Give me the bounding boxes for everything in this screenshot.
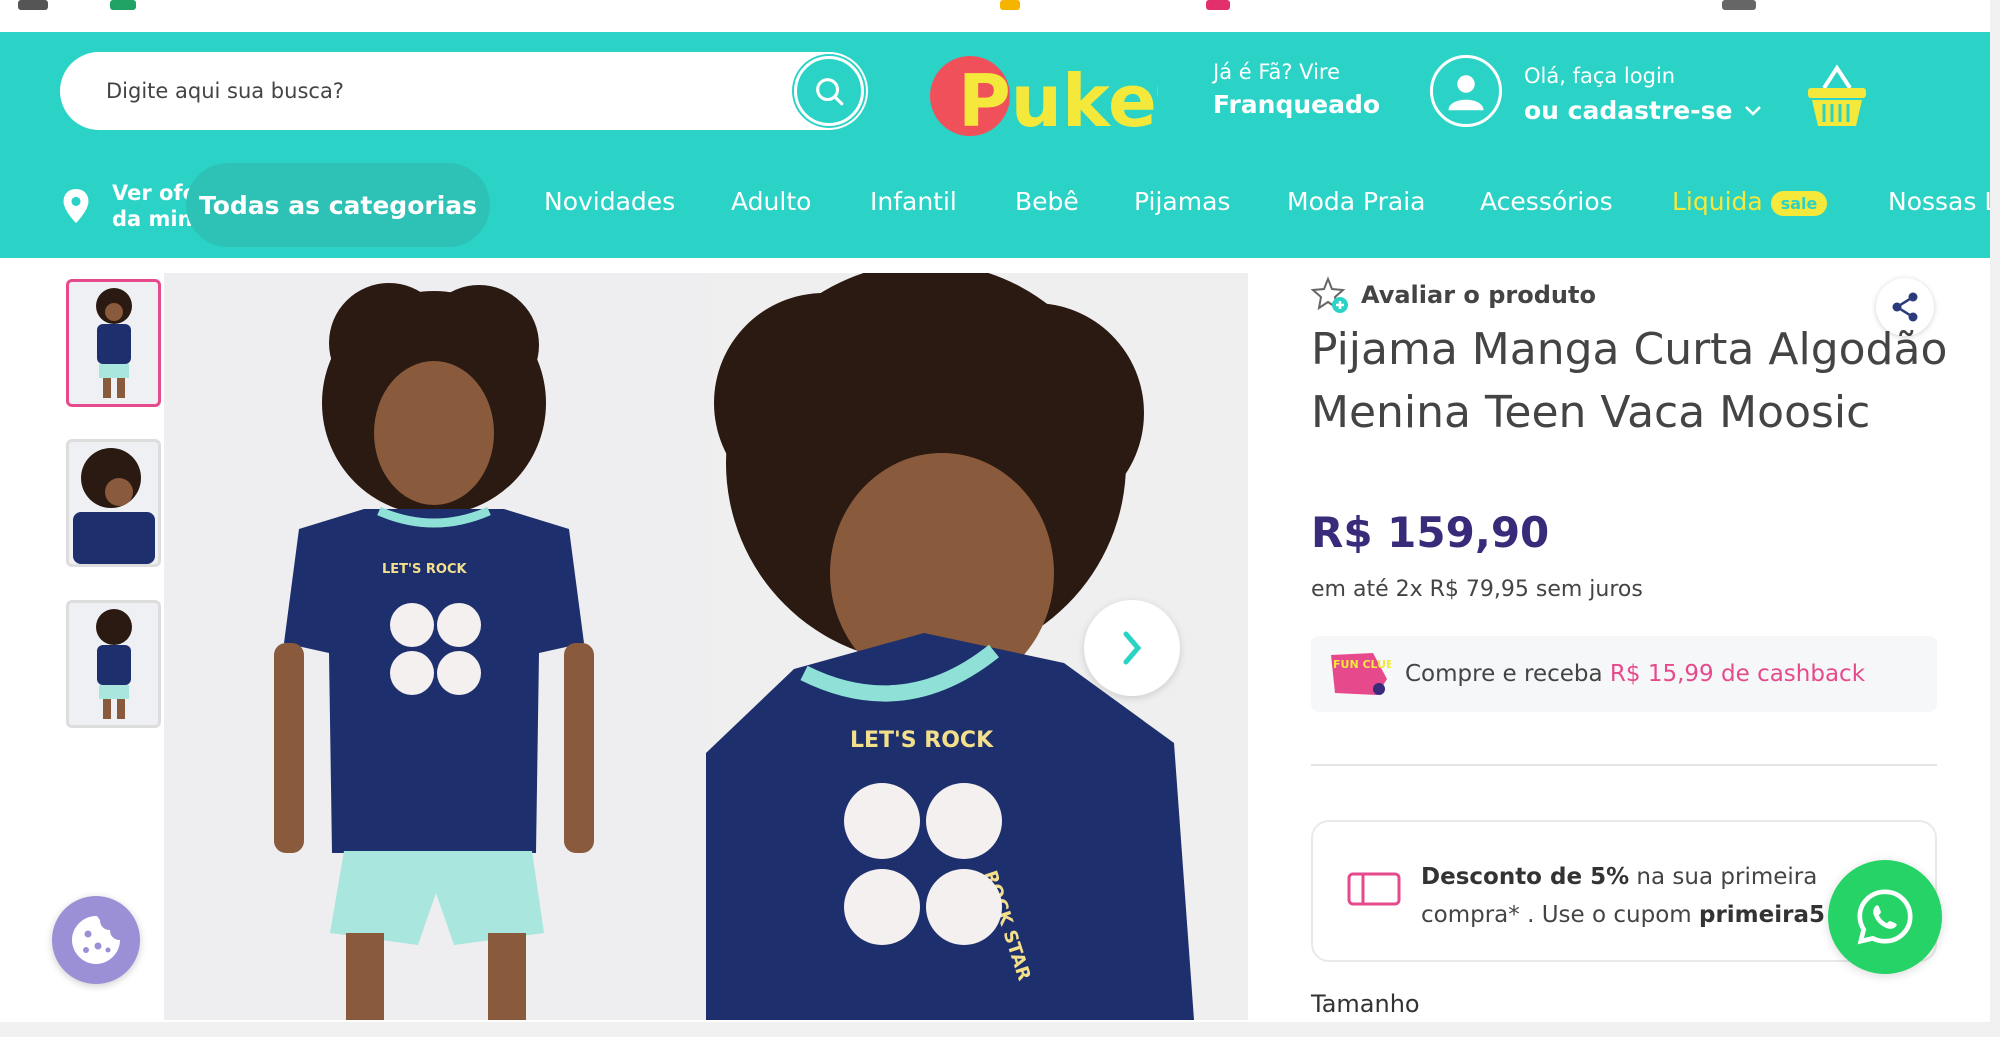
- gallery-next-button[interactable]: [1084, 600, 1180, 696]
- product-title: Pijama Manga Curta Algodão Menina Teen V…: [1311, 324, 1948, 438]
- franchise-link[interactable]: Já é Fã? Vire Franqueado: [1213, 60, 1380, 119]
- window-edge: [1990, 0, 2000, 1037]
- basket-icon: [1808, 64, 1866, 126]
- chevron-right-icon: [1123, 631, 1142, 665]
- logo-graphic: Puket: [930, 56, 1191, 143]
- logo-text: Puket: [958, 59, 1158, 142]
- franchise-line1: Já é Fã? Vire: [1213, 60, 1341, 84]
- thumbnail-image: [73, 448, 155, 564]
- fun-clube-logo-text: FUN CLUBE: [1333, 658, 1391, 671]
- rate-product-link[interactable]: Avaliar o produto: [1311, 276, 1596, 314]
- chevron-down-icon: [1745, 105, 1762, 116]
- nav-item-moda-praia[interactable]: Moda Praia: [1287, 187, 1426, 216]
- size-label: Tamanho: [1311, 990, 1420, 1018]
- puket-logo[interactable]: Puket: [928, 52, 1191, 143]
- login-line2: ou cadastre-se: [1524, 96, 1733, 125]
- coupon-code: primeira5: [1698, 902, 1825, 928]
- search-button[interactable]: [794, 56, 864, 126]
- search-icon: [816, 78, 844, 106]
- shirt-print-top: LET'S ROCK: [382, 562, 468, 577]
- sale-badge: sale: [1770, 190, 1828, 216]
- whatsapp-icon: [1857, 889, 1913, 945]
- shirt-print-main: LET'S ROCK: [850, 728, 994, 753]
- thumbnail-2[interactable]: [66, 439, 161, 567]
- window-edge-bottom: [0, 1022, 2000, 1037]
- divider: [1311, 764, 1937, 766]
- tab-icon[interactable]: [1722, 0, 1756, 10]
- nav-item-bebe[interactable]: Bebê: [1015, 187, 1079, 216]
- discount-bold: Desconto de 5%: [1421, 864, 1630, 890]
- instagram-bookmark-icon[interactable]: [1206, 0, 1230, 10]
- site-header: Puket Já é Fã? Vire Franqueado Olá, faça…: [0, 32, 2000, 258]
- product-price: R$ 159,90: [1311, 508, 1550, 557]
- nav-item-infantil[interactable]: Infantil: [870, 187, 957, 216]
- ticket-icon: [1347, 872, 1401, 910]
- thumbnail-image: [96, 288, 132, 398]
- thumbnail-3[interactable]: [66, 600, 161, 728]
- franchise-line2: Franqueado: [1213, 90, 1381, 119]
- cashback-banner: FUN CLUBE Compre e receba R$ 15,99 de ca…: [1311, 636, 1937, 712]
- whatsapp-button[interactable]: [1828, 860, 1942, 974]
- login-line1: Olá, faça login: [1524, 64, 1676, 88]
- nav-item-novidades[interactable]: Novidades: [544, 187, 675, 216]
- cart-button[interactable]: [1806, 64, 1868, 130]
- apps-icon[interactable]: [18, 0, 48, 10]
- browser-bookmarks-bar: [0, 0, 2000, 32]
- nav-item-pijamas[interactable]: Pijamas: [1134, 187, 1230, 216]
- user-avatar[interactable]: [1430, 55, 1502, 127]
- main-nav: Novidades Adulto Infantil Bebê Pijamas M…: [0, 187, 2000, 227]
- cashback-amount: R$ 15,99 de cashback: [1609, 661, 1866, 687]
- fun-clube-logo: FUN CLUBE: [1327, 649, 1402, 699]
- cashback-prefix: Compre e receba: [1405, 661, 1610, 687]
- thumbnail-1[interactable]: [66, 279, 161, 407]
- search-input[interactable]: [106, 52, 786, 130]
- nav-item-acessorios[interactable]: Acessórios: [1480, 187, 1613, 216]
- cookie-settings-button[interactable]: [52, 896, 140, 984]
- thumbnail-image: [96, 609, 132, 719]
- rate-product-label: Avaliar o produto: [1361, 281, 1596, 309]
- nav-item-adulto[interactable]: Adulto: [731, 187, 811, 216]
- search-bar: [60, 52, 868, 130]
- user-icon: [1448, 75, 1484, 111]
- nav-item-liquida[interactable]: Liquida sale: [1672, 187, 1828, 216]
- liquida-label: Liquida: [1672, 187, 1763, 216]
- login-link[interactable]: Olá, faça login ou cadastre-se: [1524, 64, 1762, 125]
- installments-text: em até 2x R$ 79,95 sem juros: [1311, 577, 1643, 602]
- sheets-bookmark-icon[interactable]: [110, 0, 136, 10]
- bookmark-icon[interactable]: [1000, 0, 1020, 10]
- nav-item-nossas-lojas[interactable]: Nossas L: [1888, 187, 1998, 216]
- star-plus-icon: [1311, 276, 1348, 313]
- cookie-icon: [72, 916, 120, 964]
